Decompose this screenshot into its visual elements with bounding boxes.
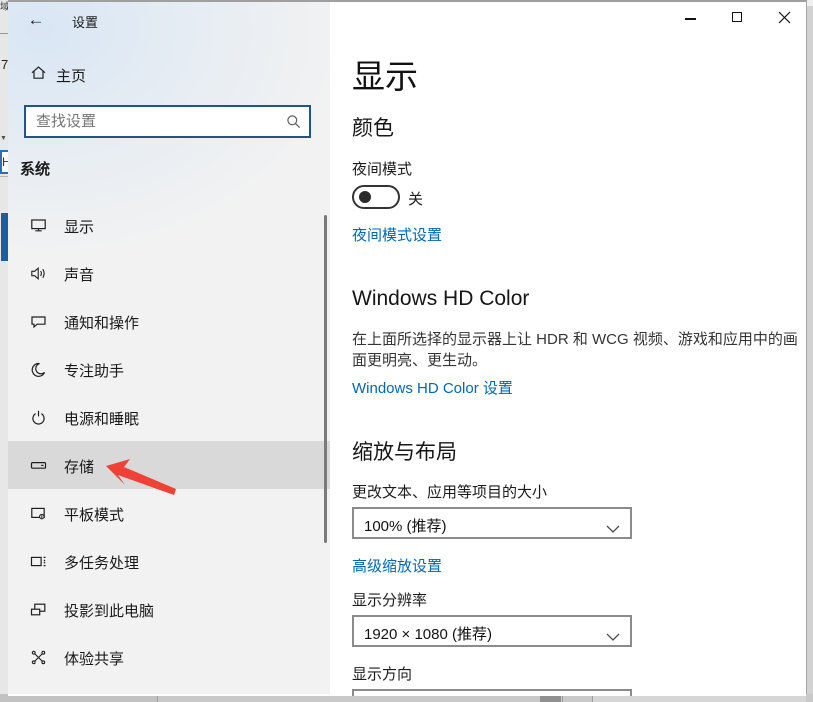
night-mode-label: 夜间模式 xyxy=(352,158,412,179)
resolution-dropdown[interactable]: 1920 × 1080 (推荐) xyxy=(352,615,632,647)
background-caret-fragment: ▼ xyxy=(0,135,7,142)
scale-dropdown[interactable]: 100% (推荐) xyxy=(352,507,632,539)
shared-experiences-icon xyxy=(30,649,47,671)
orientation-dropdown[interactable] xyxy=(352,689,632,696)
maximize-icon xyxy=(732,12,742,22)
background-text-fragment: 域 xyxy=(0,0,8,13)
search-icon[interactable] xyxy=(286,114,301,134)
color-section-heading: 颜色 xyxy=(352,112,394,142)
sidebar-item-tablet-mode[interactable]: 平板模式 xyxy=(8,489,330,537)
sidebar-item-projecting[interactable]: 投影到此电脑 xyxy=(8,585,330,633)
sidebar-scrollbar[interactable] xyxy=(324,215,327,543)
night-mode-toggle[interactable] xyxy=(352,185,400,209)
sidebar-item-sound[interactable]: 声音 xyxy=(8,249,330,297)
sidebar-item-display[interactable]: 显示 xyxy=(8,201,330,249)
sidebar-item-label: 存储 xyxy=(64,456,94,477)
sidebar-item-label: 通知和操作 xyxy=(64,312,139,333)
background-window-right-sliver xyxy=(806,0,813,702)
chevron-down-icon xyxy=(606,629,620,647)
storage-icon xyxy=(30,457,47,479)
hd-color-settings-link[interactable]: Windows HD Color 设置 xyxy=(352,377,513,398)
sidebar-item-power-sleep[interactable]: 电源和睡眠 xyxy=(8,393,330,441)
close-icon xyxy=(778,11,791,24)
notifications-icon xyxy=(30,313,47,335)
sidebar-item-shared-experiences[interactable]: 体验共享 xyxy=(8,633,330,681)
home-icon xyxy=(30,64,47,86)
orientation-label: 显示方向 xyxy=(352,663,412,684)
sidebar-item-focus-assist[interactable]: 专注助手 xyxy=(8,345,330,393)
minimize-icon xyxy=(685,18,696,20)
search-box xyxy=(24,105,311,138)
sidebar-item-notifications[interactable]: 通知和操作 xyxy=(8,297,330,345)
resolution-label: 显示分辨率 xyxy=(352,589,427,610)
sidebar-section-header: 系统 xyxy=(20,158,50,179)
toggle-knob xyxy=(359,191,371,203)
minimize-button[interactable] xyxy=(668,2,713,32)
scale-layout-heading: 缩放与布局 xyxy=(352,436,457,466)
display-icon xyxy=(30,217,47,239)
window-title: 设置 xyxy=(72,12,98,31)
sidebar-item-storage[interactable]: 存储 xyxy=(8,441,330,489)
back-button[interactable]: ← xyxy=(22,8,50,32)
sidebar-item-label: 专注助手 xyxy=(64,360,124,381)
focus-assist-icon xyxy=(30,361,47,383)
sidebar-item-label: 主页 xyxy=(56,65,86,86)
search-input[interactable] xyxy=(26,107,288,136)
settings-window: ← 设置 主页 系统 显示 声音 xyxy=(8,0,806,696)
project-icon xyxy=(30,601,47,623)
advanced-scaling-link[interactable]: 高级缩放设置 xyxy=(352,555,442,576)
sidebar-item-label: 声音 xyxy=(64,264,94,285)
power-icon xyxy=(30,409,47,431)
maximize-button[interactable] xyxy=(715,2,760,32)
night-mode-settings-link[interactable]: 夜间模式设置 xyxy=(352,224,442,245)
page-title: 显示 xyxy=(352,50,418,98)
hd-color-description: 在上面所选择的显示器上让 HDR 和 WCG 视频、游戏和应用中的画面更明亮、更… xyxy=(352,329,800,371)
hd-color-heading: Windows HD Color xyxy=(352,287,529,311)
divider xyxy=(0,33,8,34)
resolution-dropdown-value: 1920 × 1080 (推荐) xyxy=(364,623,492,644)
sidebar-item-label: 体验共享 xyxy=(64,648,124,669)
divider xyxy=(0,176,8,177)
night-mode-state: 关 xyxy=(408,188,423,209)
chevron-down-icon xyxy=(606,521,620,539)
sidebar-item-label: 多任务处理 xyxy=(64,552,139,573)
scale-dropdown-value: 100% (推荐) xyxy=(364,515,447,536)
sound-icon xyxy=(30,265,47,287)
scale-label: 更改文本、应用等项目的大小 xyxy=(352,481,547,502)
sidebar-item-label: 平板模式 xyxy=(64,504,124,525)
sidebar-item-label: 投影到此电脑 xyxy=(64,600,154,621)
sidebar-item-multitasking[interactable]: 多任务处理 xyxy=(8,537,330,585)
background-blue-bar xyxy=(1,213,8,261)
sidebar-item-home[interactable]: 主页 xyxy=(8,60,330,90)
tablet-mode-icon xyxy=(30,505,47,527)
sidebar: ← 设置 主页 系统 显示 声音 xyxy=(8,2,330,694)
main-pane: 显示 颜色 夜间模式 关 夜间模式设置 Windows HD Color 在上面… xyxy=(330,2,806,694)
multitasking-icon xyxy=(30,553,47,575)
sidebar-item-label: 电源和睡眠 xyxy=(64,408,139,429)
sidebar-item-label: 显示 xyxy=(64,216,94,237)
close-button[interactable] xyxy=(762,2,806,32)
